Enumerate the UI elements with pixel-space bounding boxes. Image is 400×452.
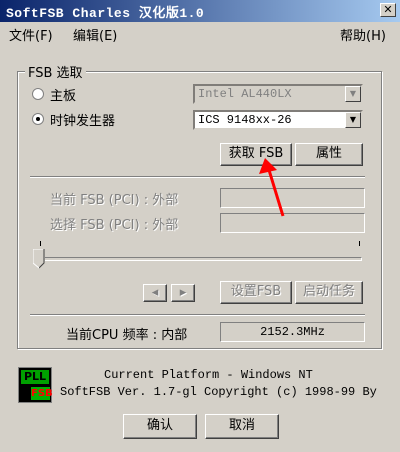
mainboard-radio[interactable] — [32, 88, 44, 100]
menu-edit[interactable]: 编辑(E) — [73, 25, 117, 44]
step-left-button[interactable]: ◂ — [143, 284, 167, 302]
mainboard-select-value: Intel AL440LX — [198, 87, 292, 101]
fsb-slider-track[interactable] — [44, 257, 362, 261]
separator — [30, 314, 365, 316]
clockgen-select[interactable]: ICS 9148xx-26 ▼ — [193, 110, 363, 130]
copyright-text: SoftFSB Ver. 1.7-gl Copyright (c) 1998-9… — [60, 385, 377, 399]
step-right-button[interactable]: ▸ — [171, 284, 195, 302]
select-fsb-label: 选择 FSB (PCI) : 外部 — [50, 218, 179, 233]
separator — [30, 176, 365, 178]
cpu-frequency-value: 2152.3MHz — [260, 325, 325, 339]
properties-button[interactable]: 属性 — [295, 143, 363, 166]
slider-tick-min — [40, 241, 41, 246]
red-arrow-icon — [259, 158, 285, 217]
platform-text: Current Platform - Windows NT — [104, 368, 313, 382]
clockgen-radio[interactable] — [32, 113, 44, 125]
logo-pll-text: PLL — [21, 370, 49, 384]
pll-fsb-logo: PLL FSB — [18, 367, 53, 403]
ok-button[interactable]: 确认 — [123, 414, 197, 439]
slider-tick-max — [359, 241, 360, 246]
menu-bar: 文件(F) 编辑(E) 帮助(H) — [0, 22, 400, 44]
set-fsb-button[interactable]: 设置FSB — [220, 281, 292, 304]
start-task-button[interactable]: 启动任务 — [295, 281, 363, 304]
fsb-slider-thumb[interactable] — [33, 249, 45, 269]
fsb-group-title: FSB 选取 — [25, 62, 86, 81]
logo-fsb-text: FSB — [31, 387, 53, 400]
chevron-down-icon[interactable]: ▼ — [345, 112, 361, 128]
cpu-frequency-label: 当前CPU 频率 : 内部 — [66, 328, 188, 343]
cancel-button[interactable]: 取消 — [205, 414, 279, 439]
cpu-frequency-field: 2152.3MHz — [220, 322, 365, 342]
clockgen-label: 时钟发生器 — [50, 114, 116, 129]
mainboard-select[interactable]: Intel AL440LX ▼ — [193, 84, 363, 104]
clockgen-select-value: ICS 9148xx-26 — [198, 113, 292, 127]
current-fsb-label: 当前 FSB (PCI) : 外部 — [50, 193, 179, 208]
chevron-down-icon[interactable]: ▼ — [345, 86, 361, 102]
menu-file[interactable]: 文件(F) — [9, 25, 53, 44]
window-title: SoftFSB Charles 汉化版1.0 — [6, 6, 205, 21]
title-bar: SoftFSB Charles 汉化版1.0 ✕ — [0, 0, 400, 22]
close-icon[interactable]: ✕ — [380, 3, 396, 17]
menu-help[interactable]: 帮助(H) — [340, 25, 386, 44]
mainboard-label: 主板 — [50, 89, 77, 104]
